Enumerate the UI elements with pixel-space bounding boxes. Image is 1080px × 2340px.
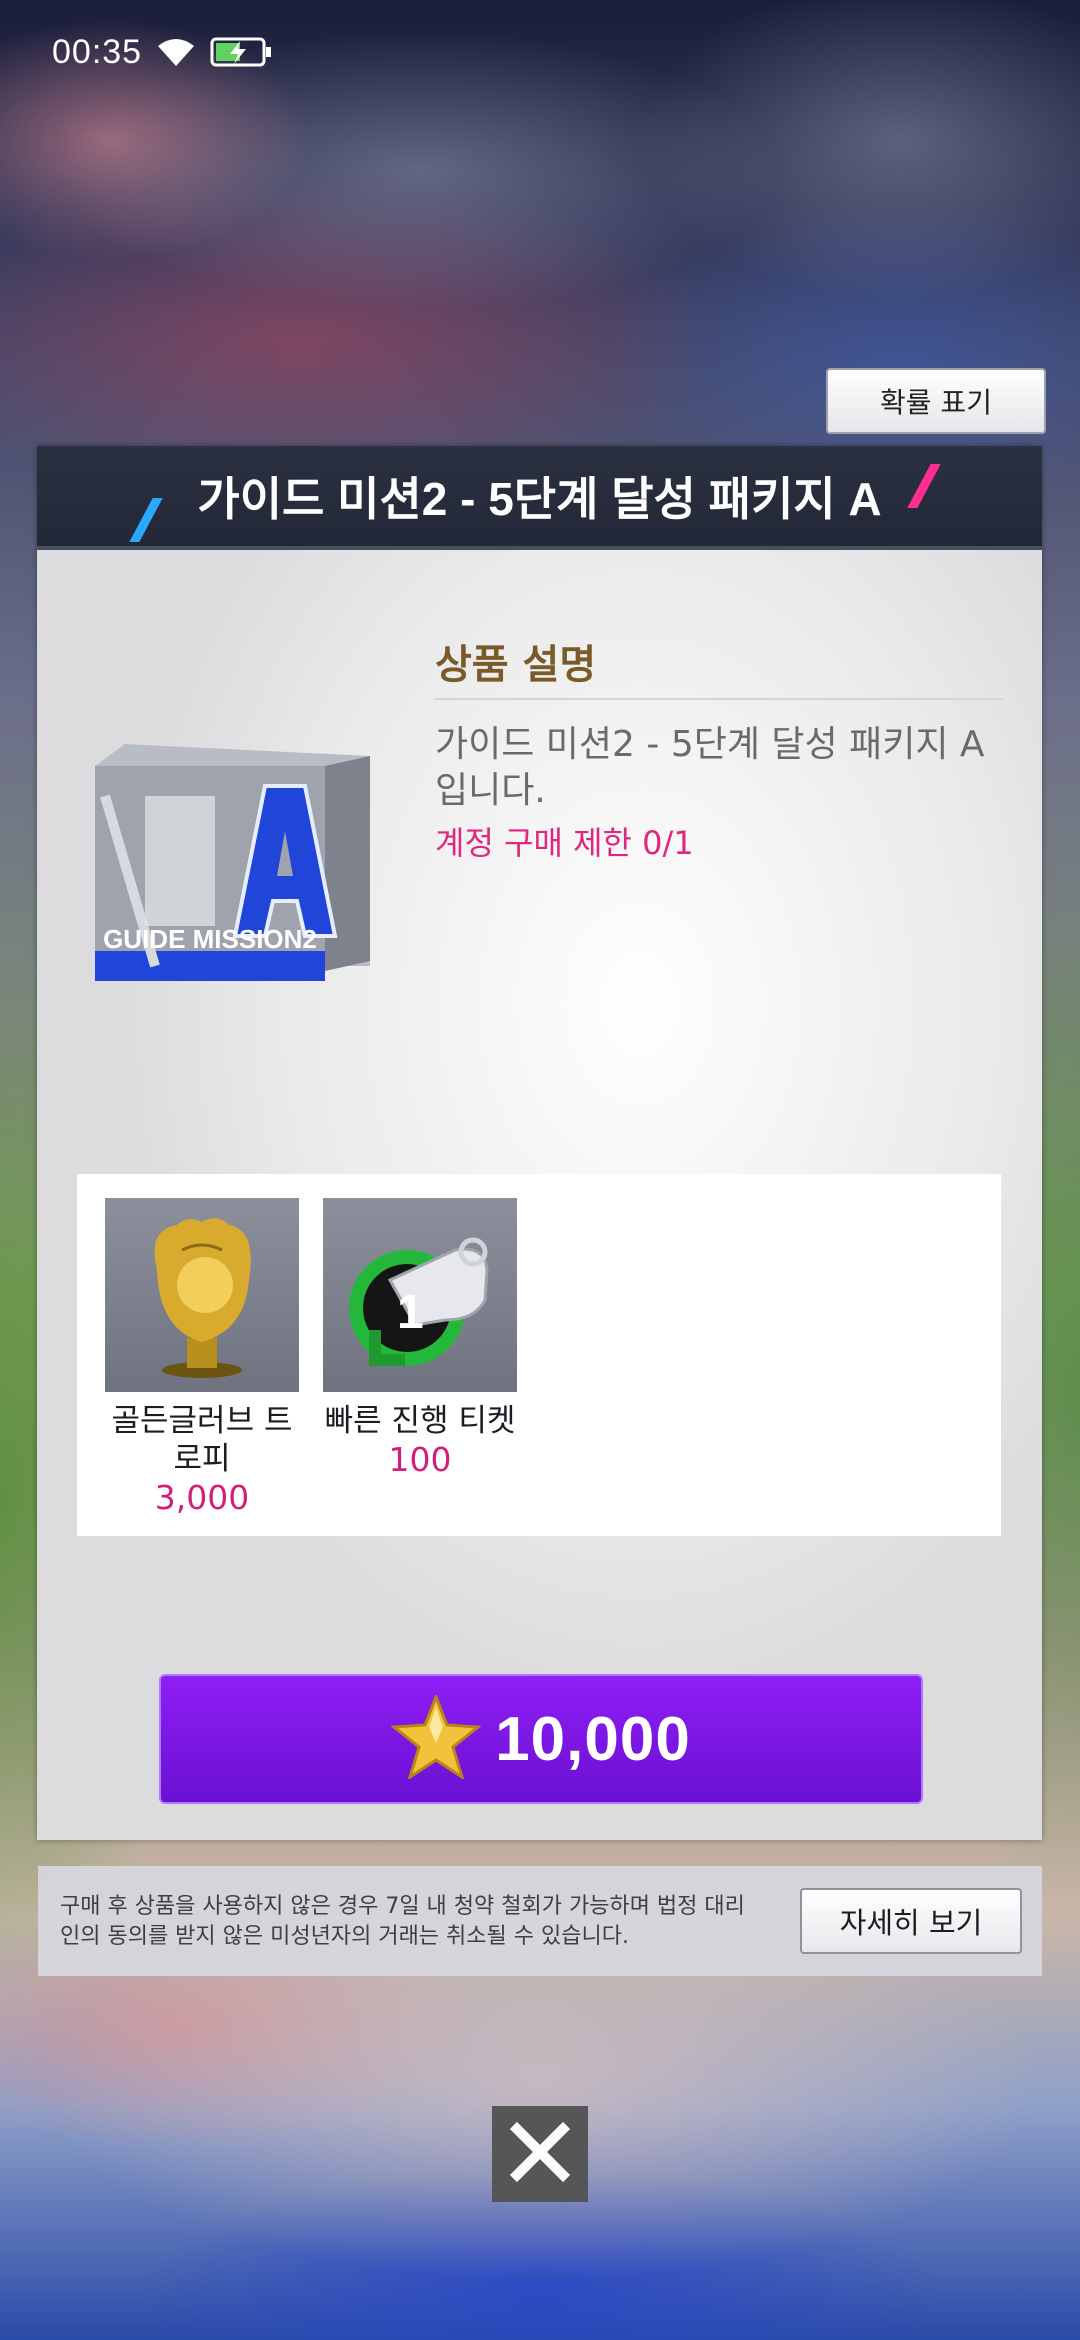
dialog-header: 가이드 미션2 - 5단계 달성 패키지 A <box>37 446 1042 550</box>
close-button[interactable] <box>492 2106 588 2202</box>
status-time: 00:35 <box>52 32 143 71</box>
battery-charging-icon <box>210 36 272 68</box>
description-divider <box>435 698 1003 700</box>
description-heading: 상품 설명 <box>435 642 597 688</box>
probability-button[interactable]: 확률 표기 <box>826 368 1046 434</box>
pink-slash-decoration <box>907 464 941 508</box>
wifi-icon <box>156 36 196 68</box>
refund-notice: 구매 후 상품을 사용하지 않은 경우 7일 내 청약 철회가 가능하며 법정 … <box>38 1866 1042 1976</box>
description-text: 가이드 미션2 - 5단계 달성 패키지 A입니다. <box>435 724 985 811</box>
item-list: 골든글러브 트로피 3,000 1 빠른 진행 티켓 100 <box>77 1174 1001 1536</box>
status-bar: 00:35 <box>52 28 272 76</box>
item-quantity: 3,000 <box>154 1478 250 1517</box>
whistle-ticket-number: 1 <box>397 1286 424 1339</box>
item-name: 골든글러브 트로피 <box>111 1403 293 1477</box>
item-quantity: 100 <box>388 1440 452 1479</box>
package-image-label: GUIDE MISSION2 <box>103 924 317 954</box>
list-item[interactable]: 1 빠른 진행 티켓 100 <box>323 1198 517 1480</box>
blue-slash-decoration <box>129 498 163 542</box>
details-button[interactable]: 자세히 보기 <box>800 1888 1022 1954</box>
item-name: 빠른 진행 티켓 <box>324 1403 516 1439</box>
package-image: GUIDE MISSION2 <box>85 736 375 986</box>
buy-button[interactable]: 10,000 <box>159 1674 923 1804</box>
buy-price: 10,000 <box>495 1704 691 1774</box>
list-item[interactable]: 골든글러브 트로피 3,000 <box>105 1198 299 1518</box>
dialog-title: 가이드 미션2 - 5단계 달성 패키지 A <box>197 473 882 525</box>
star-icon <box>390 1692 483 1783</box>
package-dialog: 가이드 미션2 - 5단계 달성 패키지 A GUIDE MISSION2 상품… <box>37 446 1042 1840</box>
close-icon <box>507 2119 573 2189</box>
golden-glove-trophy-icon <box>105 1198 299 1392</box>
purchase-limit: 계정 구매 제한 0/1 <box>435 824 694 862</box>
whistle-ticket-icon: 1 <box>323 1198 517 1392</box>
notice-text: 구매 후 상품을 사용하지 않은 경우 7일 내 청약 철회가 가능하며 법정 … <box>60 1894 745 1949</box>
